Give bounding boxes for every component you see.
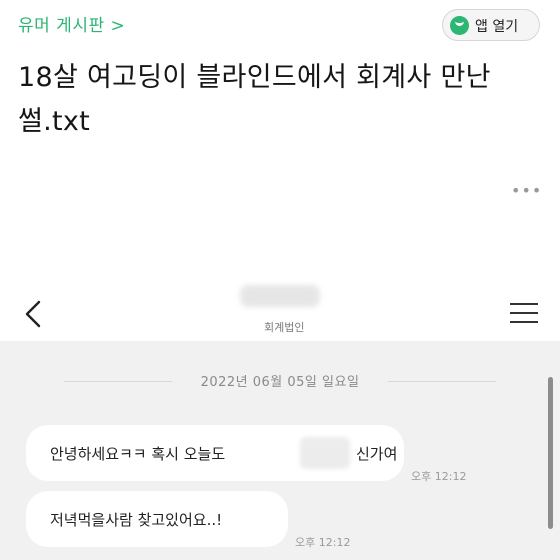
more-dots-icon[interactable]: ••• [511, 181, 542, 200]
menu-icon[interactable] [510, 303, 538, 323]
post-header: 유머 게시판 > 앱 열기 18살 여고딩이 블라인드에서 회계사 만난 썰.t… [0, 0, 560, 275]
message-time: 오후 12:12 [411, 470, 467, 483]
chat-messages: 2022년 06월 05일 일요일 안녕하세요ㅋㅋ 혹시 오늘도 신가여 오후 … [0, 341, 560, 560]
back-icon[interactable] [22, 299, 44, 329]
message-text: 안녕하세요ㅋㅋ 혹시 오늘도 [50, 445, 226, 463]
open-app-label: 앱 열기 [475, 19, 519, 35]
scrollbar[interactable] [548, 377, 553, 529]
date-separator: 2022년 06월 05일 일요일 [0, 371, 560, 391]
date-separator-text: 2022년 06월 05일 일요일 [200, 375, 360, 390]
open-app-button[interactable]: 앱 열기 [442, 9, 540, 41]
chat-screenshot: 회계법인 2022년 06월 05일 일요일 안녕하세요ㅋㅋ 혹시 오늘도 신가… [0, 275, 560, 560]
post-title: 18살 여고딩이 블라인드에서 회계사 만난 썰.txt [18, 62, 491, 137]
board-link[interactable]: 유머 게시판 > [18, 11, 125, 36]
app-logo-icon [450, 16, 469, 35]
message-text: 신가여 [356, 445, 398, 463]
blurred-contact-name [240, 285, 320, 307]
message-text: 저녁먹을사람 찾고있어요..! [50, 511, 223, 529]
message-time: 오후 12:12 [295, 536, 351, 549]
message-bubble[interactable]: 안녕하세요ㅋㅋ 혹시 오늘도 신가여 [26, 425, 404, 481]
redacted-text [300, 437, 350, 469]
contact-org-label: 회계법인 [264, 321, 305, 334]
chat-header: 회계법인 [0, 275, 560, 341]
message-bubble[interactable]: 저녁먹을사람 찾고있어요..! [26, 491, 288, 547]
